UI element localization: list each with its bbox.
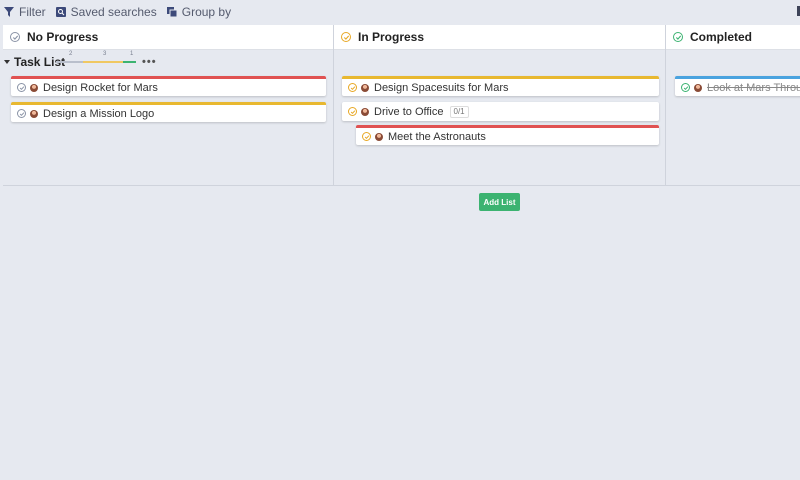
progress-count-no-progress: 2 (69, 51, 73, 57)
task-title: Drive to Office (374, 105, 444, 118)
column-header: No Progress (3, 25, 333, 50)
task-title: Design Rocket for Mars (43, 81, 158, 94)
column-divider (3, 185, 333, 186)
column-title: No Progress (27, 30, 99, 44)
column-header: In Progress (334, 25, 665, 50)
in-progress-status-icon (341, 32, 351, 42)
task-card[interactable]: Design a Mission Logo (11, 102, 326, 122)
column-completed: Completed Look at Mars Through Telescope (666, 25, 800, 186)
saved-searches-label: Saved searches (70, 5, 157, 19)
no-progress-status-icon (10, 32, 20, 42)
completed-status-icon (673, 32, 683, 42)
filter-icon (4, 7, 14, 17)
progress-segment-no-progress (56, 61, 83, 63)
column-no-progress: No Progress Task List 2 3 1 ••• Design R… (3, 25, 334, 186)
assignee-avatar (361, 83, 369, 92)
task-status-icon[interactable] (348, 83, 357, 92)
column-title: Completed (690, 30, 753, 44)
saved-searches-button[interactable]: Saved searches (55, 5, 157, 19)
progress-count-completed: 1 (130, 51, 134, 57)
task-title: Design a Mission Logo (43, 107, 155, 120)
task-card[interactable]: Design Spacesuits for Mars (342, 76, 659, 96)
progress-segment-in-progress (83, 61, 123, 63)
group-by-icon (166, 7, 177, 17)
task-status-icon[interactable] (362, 132, 371, 141)
toolbar: Filter Saved searches Group by (0, 0, 800, 24)
column-header: Completed (666, 25, 800, 50)
subtask-count-badge: 0/1 (449, 105, 469, 118)
column-in-progress: In Progress Design Spacesuits for Mars D… (334, 25, 666, 186)
collapse-caret-icon[interactable] (4, 60, 10, 64)
kanban-board: No Progress Task List 2 3 1 ••• Design R… (3, 25, 800, 186)
group-by-button[interactable]: Group by (166, 5, 232, 19)
column-divider (666, 185, 800, 186)
task-status-icon[interactable] (17, 83, 26, 92)
progress-segment-completed (123, 61, 136, 63)
group-by-label: Group by (181, 5, 232, 19)
column-divider (334, 185, 665, 186)
add-list-button[interactable]: Add List (479, 193, 520, 211)
task-card[interactable]: Look at Mars Through Telescope (675, 76, 800, 96)
progress-count-in-progress: 3 (103, 51, 107, 57)
column-title: In Progress (358, 30, 425, 44)
task-title: Meet the Astronauts (388, 130, 486, 143)
assignee-avatar (30, 109, 38, 118)
assignee-avatar (694, 83, 702, 92)
assignee-avatar (30, 83, 38, 92)
task-title: Look at Mars Through Telescope (707, 81, 800, 94)
task-list-more-button[interactable]: ••• (142, 56, 157, 68)
task-card[interactable]: Drive to Office 0/1 (342, 102, 659, 121)
filter-label: Filter (19, 5, 46, 19)
task-card[interactable]: Design Rocket for Mars (11, 76, 326, 96)
task-list-progress-bar: 2 3 1 (56, 51, 136, 67)
subtask-card[interactable]: Meet the Astronauts (356, 125, 659, 145)
task-title: Design Spacesuits for Mars (374, 81, 509, 94)
task-status-icon[interactable] (681, 83, 690, 92)
task-status-icon[interactable] (348, 107, 357, 116)
assignee-avatar (361, 107, 369, 116)
task-status-icon[interactable] (17, 109, 26, 118)
assignee-avatar (375, 132, 383, 141)
filter-button[interactable]: Filter (4, 5, 46, 19)
saved-search-icon (55, 7, 66, 17)
